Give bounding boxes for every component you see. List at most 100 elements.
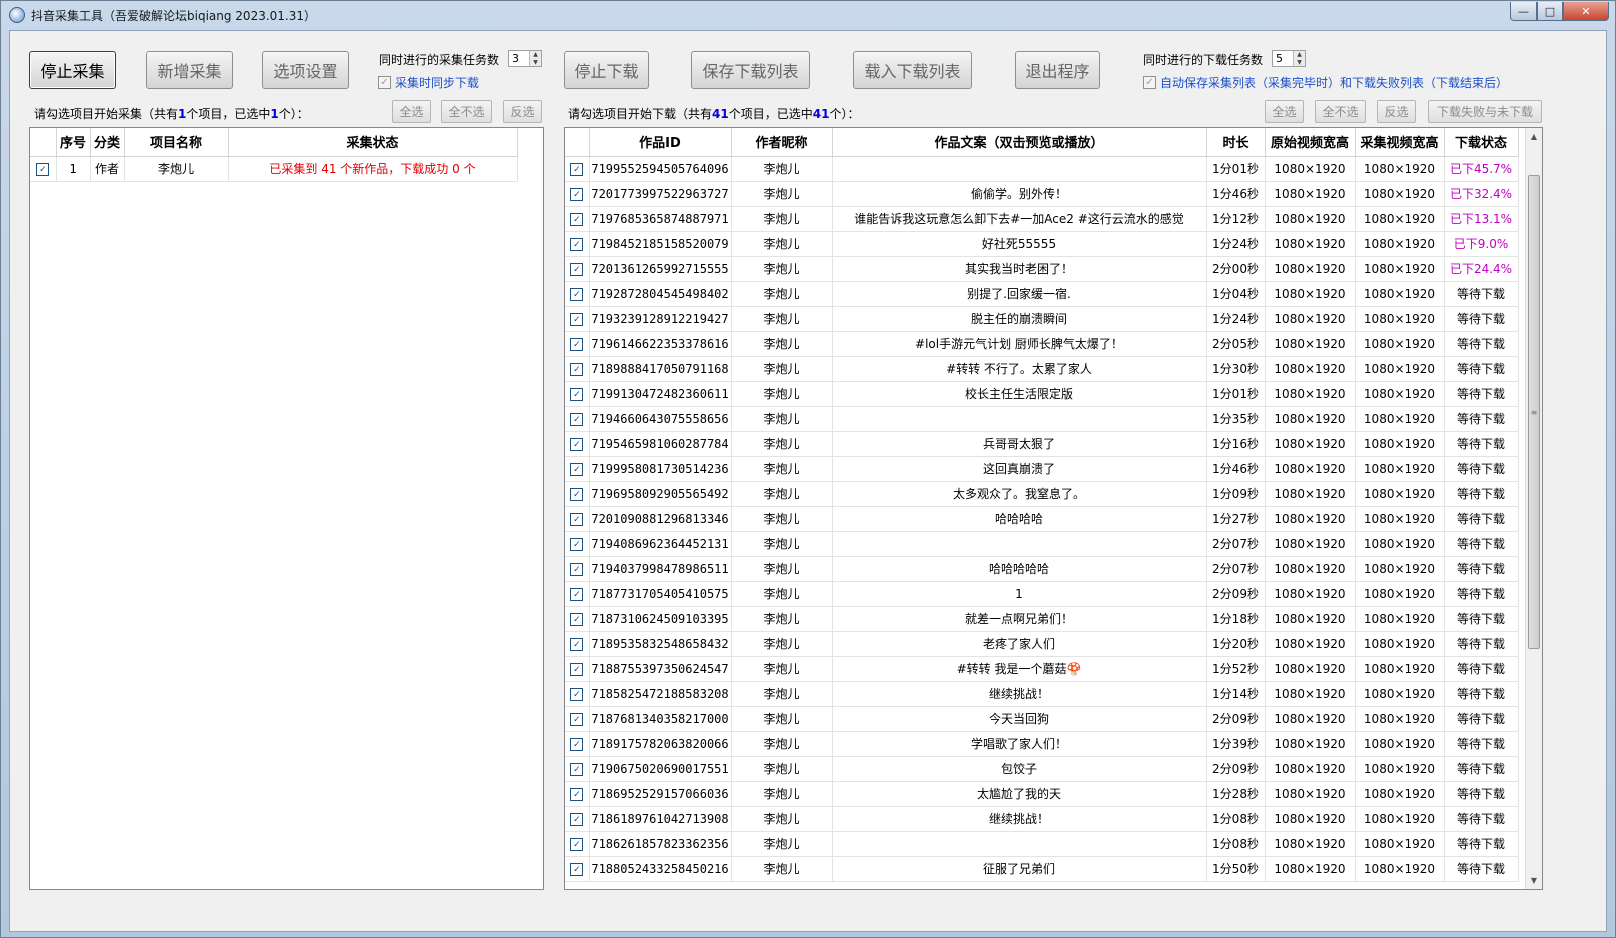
check-icon[interactable]: ✓	[570, 763, 584, 777]
download-header-cell[interactable]: 作品ID	[589, 128, 732, 157]
row-checkbox-cell[interactable]: ✓	[565, 631, 590, 657]
row-caption[interactable]: #转转 不行了。太累了家人	[832, 356, 1207, 382]
table-row[interactable]: ✓ 7196958092905565492 李炮儿 太多观众了。我窒息了。 1分09秒 1…	[565, 481, 1519, 507]
table-row[interactable]: ✓ 7186189761042713908 李炮儿 继续挑战！ 1分08秒 1080×19…	[565, 806, 1519, 832]
row-checkbox-cell[interactable]: ✓	[565, 531, 590, 557]
row-caption[interactable]: 征服了兄弟们	[832, 856, 1207, 882]
row-caption[interactable]: 老疼了家人们	[832, 631, 1207, 657]
check-icon[interactable]: ✓	[570, 213, 584, 227]
row-caption[interactable]	[832, 531, 1207, 557]
check-icon[interactable]: ✓	[1143, 76, 1156, 89]
row-checkbox-cell[interactable]: ✓	[565, 606, 590, 632]
row-caption[interactable]: 这回真崩溃了	[832, 456, 1207, 482]
row-caption[interactable]: 好社死55555	[832, 231, 1207, 257]
row-caption[interactable]: 今天当回狗	[832, 706, 1207, 732]
row-checkbox-cell[interactable]: ✓	[565, 206, 590, 232]
row-checkbox-cell[interactable]: ✓	[565, 806, 590, 832]
spin-up-icon[interactable]: ▲	[1294, 51, 1305, 59]
check-icon[interactable]: ✓	[570, 238, 584, 252]
check-icon[interactable]: ✓	[570, 163, 584, 177]
table-row[interactable]: ✓ 7194086962364452131 李炮儿 2分07秒 1080×1920 108…	[565, 531, 1519, 557]
table-row[interactable]: ✓ 7186952529157066036 李炮儿 太尴尬了我的天 1分28秒 1080×…	[565, 781, 1519, 807]
row-checkbox-cell[interactable]: ✓	[565, 831, 590, 857]
check-icon[interactable]: ✓	[570, 363, 584, 377]
table-row[interactable]: ✓ 7199552594505764096 李炮儿 1分01秒 1080×1920 108…	[565, 156, 1519, 182]
left-invert-button[interactable]: 反选	[503, 100, 542, 123]
row-caption[interactable]: 继续挑战！	[832, 681, 1207, 707]
row-checkbox-cell[interactable]: ✓	[565, 356, 590, 382]
check-icon[interactable]: ✓	[570, 388, 584, 402]
row-checkbox-cell[interactable]: ✓	[565, 281, 590, 307]
spin-down-icon[interactable]: ▼	[1294, 58, 1305, 66]
table-row[interactable]: ✓ 7198452185158520079 李炮儿 好社死55555 1分24秒 1080…	[565, 231, 1519, 257]
download-header-cell[interactable]: 时长	[1206, 128, 1266, 157]
row-checkbox-cell[interactable]: ✓	[565, 381, 590, 407]
row-checkbox-cell[interactable]: ✓	[565, 431, 590, 457]
collect-header-cell[interactable]: 采集状态	[228, 128, 518, 157]
check-icon[interactable]: ✓	[36, 163, 50, 177]
row-checkbox-cell[interactable]: ✓	[565, 456, 590, 482]
row-caption[interactable]: #lol手游元气计划 厨师长脾气太爆了！	[832, 331, 1207, 357]
auto-save-option[interactable]: ✓ 自动保存采集列表（采集完毕时）和下载失败列表（下载结束后）	[1143, 74, 1508, 91]
check-icon[interactable]: ✓	[570, 588, 584, 602]
right-select-all-button[interactable]: 全选	[1265, 100, 1304, 123]
check-icon[interactable]: ✓	[570, 288, 584, 302]
save-list-button[interactable]: 保存下载列表	[691, 51, 810, 89]
table-row[interactable]: ✓ 7188755397350624547 李炮儿 #转转 我是一个蘑菇🍄 1分52秒 1…	[565, 656, 1519, 682]
exit-button[interactable]: 退出程序	[1015, 51, 1100, 89]
table-row[interactable]: ✓ 7186261857823362356 李炮儿 1分08秒 1080×1920 108…	[565, 831, 1519, 857]
right-select-none-button[interactable]: 全不选	[1315, 100, 1366, 123]
check-icon[interactable]: ✓	[570, 838, 584, 852]
table-row[interactable]: ✓ 7185825472188583208 李炮儿 继续挑战！ 1分14秒 1080×19…	[565, 681, 1519, 707]
arrow-up-icon[interactable]: ▲	[1526, 128, 1542, 145]
row-caption[interactable]: 1	[832, 581, 1207, 607]
table-row[interactable]: ✓ 7199958081730514236 李炮儿 这回真崩溃了 1分46秒 1080×1…	[565, 456, 1519, 482]
check-icon[interactable]: ✓	[570, 738, 584, 752]
check-icon[interactable]: ✓	[570, 438, 584, 452]
table-row[interactable]: ✓ 7201773997522963727 李炮儿 偷偷学。别外传！ 1分46秒 1080…	[565, 181, 1519, 207]
collect-tasks-spinner[interactable]: 3 ▲ ▼	[508, 50, 542, 67]
row-caption[interactable]	[832, 156, 1207, 182]
collect-header-cell[interactable]: 项目名称	[124, 128, 229, 157]
table-row[interactable]: ✓ 7187681340358217000 李炮儿 今天当回狗 2分09秒 1080×19…	[565, 706, 1519, 732]
download-header-cell[interactable]: 采集视频宽高	[1355, 128, 1445, 157]
download-table-scrollbar[interactable]: ▲ ≡ ▼	[1525, 128, 1542, 889]
stop-download-button[interactable]: 停止下载	[564, 51, 649, 89]
table-row[interactable]: ✓ 7188052433258450216 李炮儿 征服了兄弟们 1分50秒 1080×1…	[565, 856, 1519, 882]
collect-header-cell[interactable]: 序号	[56, 128, 91, 157]
stop-collect-button[interactable]: 停止采集	[29, 51, 116, 89]
scroll-thumb[interactable]: ≡	[1528, 175, 1540, 649]
table-row[interactable]: ✓ 7189535832548658432 李炮儿 老疼了家人们 1分20秒 1080×1…	[565, 631, 1519, 657]
row-checkbox-cell[interactable]: ✓	[565, 156, 590, 182]
row-checkbox-cell[interactable]: ✓	[565, 331, 590, 357]
row-caption[interactable]: 偷偷学。别外传！	[832, 181, 1207, 207]
check-icon[interactable]: ✓	[570, 638, 584, 652]
check-icon[interactable]: ✓	[570, 463, 584, 477]
check-icon[interactable]: ✓	[570, 488, 584, 502]
table-row[interactable]: ✓ 7201361265992715555 李炮儿 其实我当时老困了！ 2分00秒 108…	[565, 256, 1519, 282]
check-icon[interactable]: ✓	[570, 613, 584, 627]
row-caption[interactable]: 太尴尬了我的天	[832, 781, 1207, 807]
table-row[interactable]: ✓ 1 作者 李炮儿 已采集到 41 个新作品，下载成功 0 个	[30, 156, 518, 182]
row-checkbox-cell[interactable]: ✓	[565, 506, 590, 532]
download-header-cell[interactable]: 作者昵称	[731, 128, 833, 157]
table-row[interactable]: ✓ 7189175782063820066 李炮儿 学唱歌了家人们！ 1分39秒 1080…	[565, 731, 1519, 757]
row-caption[interactable]: 太多观众了。我窒息了。	[832, 481, 1207, 507]
download-header-cell[interactable]: 下载状态	[1444, 128, 1519, 157]
row-checkbox-cell[interactable]: ✓	[565, 856, 590, 882]
check-icon[interactable]: ✓	[570, 863, 584, 877]
table-row[interactable]: ✓ 7201090881296813346 李炮儿 哈哈哈哈 1分27秒 1080×192…	[565, 506, 1519, 532]
table-row[interactable]: ✓ 7189888417050791168 李炮儿 #转转 不行了。太累了家人 1分30…	[565, 356, 1519, 382]
close-button[interactable]: ✕	[1563, 2, 1609, 21]
row-checkbox-cell[interactable]: ✓	[565, 481, 590, 507]
row-caption[interactable]: 哈哈哈哈	[832, 506, 1207, 532]
row-checkbox-cell[interactable]: ✓	[565, 181, 590, 207]
table-row[interactable]: ✓ 7194037998478986511 李炮儿 哈哈哈哈哈 2分07秒 1080×19…	[565, 556, 1519, 582]
table-row[interactable]: ✓ 7190675020690017551 李炮儿 包饺子 2分09秒 1080×1920…	[565, 756, 1519, 782]
table-row[interactable]: ✓ 7192872804545498402 李炮儿 别提了.回家缓一宿. 1分04秒 10…	[565, 281, 1519, 307]
row-caption[interactable]: 校长主任生活限定版	[832, 381, 1207, 407]
check-icon[interactable]: ✓	[570, 188, 584, 202]
check-icon[interactable]: ✓	[570, 513, 584, 527]
row-checkbox-cell[interactable]: ✓	[565, 656, 590, 682]
row-caption[interactable]: 其实我当时老困了！	[832, 256, 1207, 282]
